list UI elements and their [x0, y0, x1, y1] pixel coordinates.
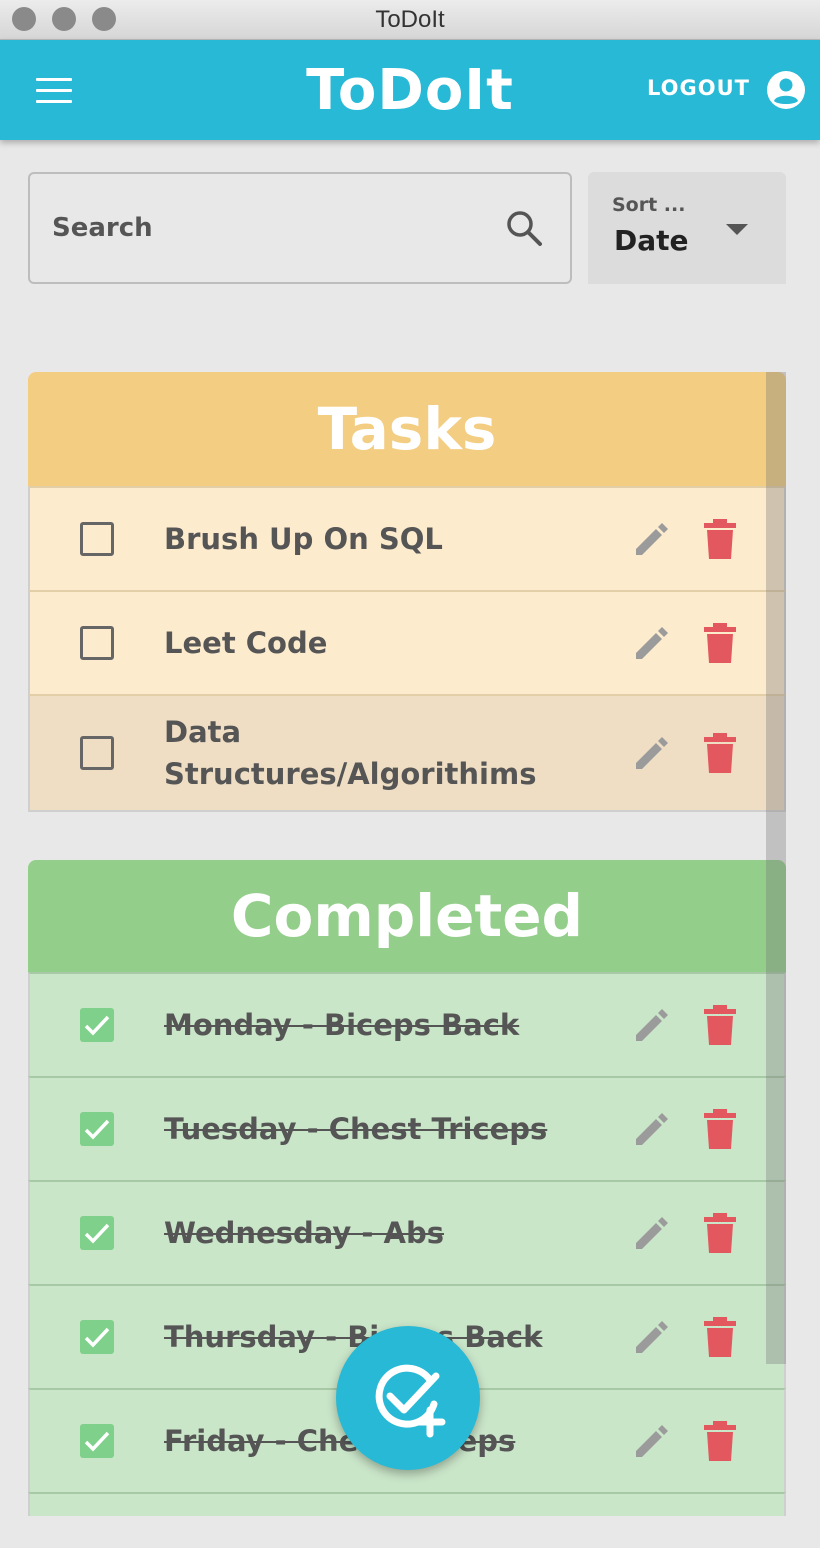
completed-checkbox[interactable] — [80, 1008, 114, 1042]
task-checkbox[interactable] — [80, 522, 114, 556]
trash-icon[interactable] — [702, 1419, 738, 1463]
pencil-icon[interactable] — [630, 517, 674, 561]
task-row: Leet Code — [28, 590, 786, 694]
completed-row: Wednesday - Abs — [28, 1180, 786, 1284]
pencil-icon[interactable] — [630, 1003, 674, 1047]
completed-row-partial — [28, 1492, 786, 1516]
completed-text: Wednesday - Abs — [164, 1216, 444, 1250]
search-input[interactable] — [52, 204, 492, 252]
tasks-panel: Tasks Brush Up On SQL Leet Code Data Str… — [28, 372, 786, 812]
pencil-icon[interactable] — [630, 1211, 674, 1255]
completed-checkbox[interactable] — [80, 1112, 114, 1146]
window-title: ToDoIt — [375, 6, 445, 33]
completed-text: Tuesday - Chest Triceps — [164, 1112, 548, 1146]
check-icon — [84, 1431, 110, 1452]
tasks-header: Tasks — [28, 372, 786, 486]
pencil-icon[interactable] — [630, 621, 674, 665]
pencil-icon[interactable] — [630, 1107, 674, 1151]
trash-icon[interactable] — [702, 731, 738, 775]
task-text: Leet Code — [164, 626, 328, 660]
check-icon — [84, 1327, 110, 1348]
pencil-icon[interactable] — [630, 1315, 674, 1359]
account-circle-icon[interactable] — [766, 70, 806, 110]
trash-icon[interactable] — [702, 1003, 738, 1047]
sort-value: Date — [614, 224, 689, 257]
task-text: Data Structures/Algorithims — [164, 715, 537, 791]
completed-text: Monday - Biceps Back — [164, 1008, 520, 1042]
check-icon — [84, 1119, 110, 1140]
task-text: Brush Up On SQL — [164, 522, 443, 556]
trash-icon[interactable] — [702, 517, 738, 561]
task-checkbox[interactable] — [80, 736, 114, 770]
pencil-icon[interactable] — [630, 731, 674, 775]
task-row: Brush Up On SQL — [28, 486, 786, 590]
window-titlebar: ToDoIt — [0, 0, 820, 40]
trash-icon[interactable] — [702, 621, 738, 665]
trash-icon[interactable] — [702, 1211, 738, 1255]
app-bar: ToDoIt LOGOUT — [0, 40, 820, 140]
sort-select[interactable]: Sort ... Date — [588, 172, 786, 284]
search-box — [28, 172, 572, 284]
completed-checkbox[interactable] — [80, 1320, 114, 1354]
logout-button[interactable]: LOGOUT — [647, 76, 750, 100]
task-row: Data Structures/Algorithims — [28, 694, 786, 812]
task-checkbox[interactable] — [80, 626, 114, 660]
check-plus-icon — [375, 1364, 446, 1438]
list-scrollbar[interactable] — [766, 372, 786, 1364]
chevron-down-icon — [726, 224, 748, 235]
check-icon — [84, 1015, 110, 1036]
trash-icon[interactable] — [702, 1107, 738, 1151]
completed-row: Monday - Biceps Back — [28, 972, 786, 1076]
check-icon — [84, 1223, 110, 1244]
add-task-button[interactable] — [336, 1326, 480, 1470]
completed-row: Tuesday - Chest Triceps — [28, 1076, 786, 1180]
sort-label: Sort ... — [612, 194, 686, 216]
completed-checkbox[interactable] — [80, 1424, 114, 1458]
search-icon[interactable] — [504, 208, 546, 250]
trash-icon[interactable] — [702, 1315, 738, 1359]
completed-header: Completed — [28, 860, 786, 972]
completed-checkbox[interactable] — [80, 1216, 114, 1250]
pencil-icon[interactable] — [630, 1419, 674, 1463]
